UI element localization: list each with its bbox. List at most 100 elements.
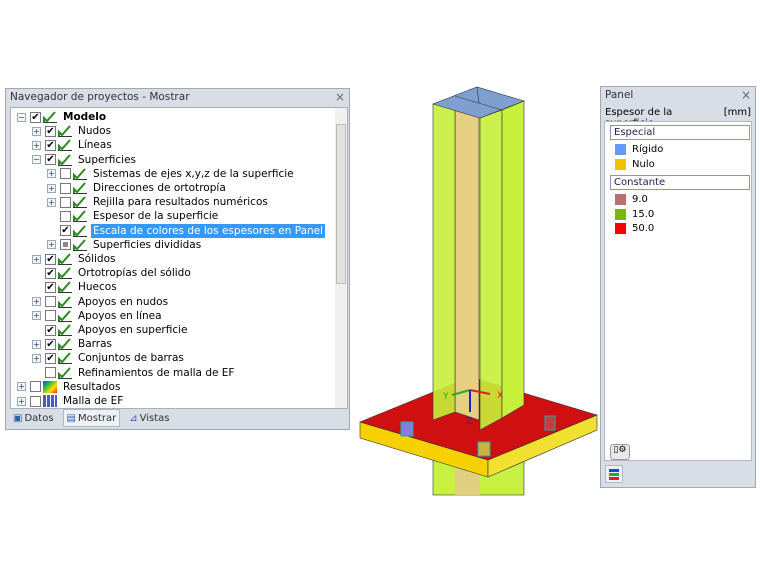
expand-icon[interactable]: + bbox=[32, 353, 41, 363]
tree-item[interactable]: + ✔ Conjuntos de barras bbox=[32, 351, 186, 365]
results-icon bbox=[43, 380, 57, 393]
checkbox[interactable] bbox=[45, 367, 56, 379]
expand-icon[interactable]: + bbox=[32, 297, 41, 307]
legend-item: Rígido bbox=[615, 144, 663, 155]
display-icon bbox=[58, 153, 72, 166]
checkbox[interactable] bbox=[60, 210, 71, 222]
close-icon[interactable]: × bbox=[741, 87, 751, 104]
legend-item: 50.0 bbox=[615, 223, 654, 234]
tree-item[interactable]: − ✔ Superficies bbox=[32, 153, 138, 167]
tab-label: Datos bbox=[24, 412, 54, 424]
display-icon bbox=[58, 352, 72, 365]
bolt-icon bbox=[477, 441, 491, 457]
checkbox[interactable] bbox=[60, 196, 71, 208]
checkbox[interactable] bbox=[60, 239, 71, 251]
expand-icon[interactable]: + bbox=[17, 382, 26, 392]
scrollbar-thumb[interactable] bbox=[336, 124, 346, 284]
z-axis-label: Z bbox=[466, 417, 472, 427]
color-swatch bbox=[615, 223, 626, 234]
tree-item[interactable]: − ✔ Modelo bbox=[17, 110, 108, 124]
close-icon[interactable]: × bbox=[335, 89, 345, 106]
tab-datos[interactable]: ▣ Datos bbox=[10, 409, 57, 427]
tree-item[interactable]: ✔ Huecos bbox=[32, 280, 119, 294]
checkbox[interactable]: ✔ bbox=[45, 324, 56, 336]
expand-icon[interactable]: + bbox=[47, 169, 56, 179]
tab-vistas[interactable]: ⊿ Vistas bbox=[126, 409, 172, 427]
checkbox[interactable] bbox=[30, 381, 41, 393]
checkbox[interactable] bbox=[45, 296, 56, 308]
color-scale-tab-icon[interactable] bbox=[605, 465, 623, 483]
tree-item[interactable]: ✔ Apoyos en superficie bbox=[32, 323, 190, 337]
checkbox[interactable] bbox=[30, 395, 41, 407]
checkbox[interactable]: ✔ bbox=[45, 352, 56, 364]
checkbox[interactable] bbox=[60, 168, 71, 180]
legend-panel: Panel× Espesor de la superficie[mm] ▯⚙ E… bbox=[600, 86, 756, 488]
tree-item[interactable]: + Superficies divididas bbox=[47, 238, 203, 252]
tree-item[interactable]: Espesor de la superficie bbox=[47, 209, 220, 223]
checkbox[interactable]: ✔ bbox=[45, 253, 56, 265]
legend-box: ▯⚙ Especial Rígido Nulo Constante 9.0 15.0 50.… bbox=[604, 121, 752, 461]
bolt-icon bbox=[544, 415, 556, 431]
checkbox[interactable]: ✔ bbox=[60, 225, 71, 237]
tree-item-label: Apoyos en nudos bbox=[78, 295, 169, 308]
legend-item-label: Rígido bbox=[632, 144, 664, 155]
checkbox[interactable] bbox=[45, 310, 56, 322]
navigator-tree[interactable]: − ✔ Modelo + ✔ Nudos + ✔ Líneas − ✔ Superficies + Sis… bbox=[10, 107, 348, 409]
collapse-icon[interactable]: − bbox=[32, 155, 41, 165]
expand-icon[interactable]: + bbox=[32, 254, 41, 264]
display-icon bbox=[58, 295, 72, 308]
tree-item-label: Sólidos bbox=[78, 253, 116, 265]
expand-icon[interactable]: + bbox=[32, 311, 41, 321]
legend-group-header: Especial bbox=[610, 125, 750, 140]
expand-icon[interactable]: + bbox=[47, 197, 56, 207]
checkbox[interactable]: ✔ bbox=[45, 338, 56, 350]
checkbox[interactable]: ✔ bbox=[45, 267, 56, 279]
expand-icon[interactable]: + bbox=[32, 140, 41, 150]
checkbox[interactable]: ✔ bbox=[30, 111, 41, 123]
tab-mostrar[interactable]: ▤ Mostrar bbox=[62, 409, 121, 427]
scrollbar[interactable] bbox=[335, 108, 347, 408]
tree-item[interactable]: ✔ Ortotropías del sólido bbox=[32, 266, 193, 280]
expand-icon[interactable]: + bbox=[47, 183, 56, 193]
checkbox[interactable]: ✔ bbox=[45, 139, 56, 151]
tree-item[interactable]: + ✔ Sólidos bbox=[32, 252, 117, 266]
tree-item-label: Conjuntos de barras bbox=[78, 352, 184, 365]
expand-icon[interactable]: + bbox=[32, 126, 41, 136]
tree-item-label: Rejilla para resultados numéricos bbox=[93, 196, 268, 209]
collapse-icon[interactable]: − bbox=[17, 112, 26, 122]
tree-item[interactable]: + Sistemas de ejes x,y,z de la superficie bbox=[47, 167, 296, 181]
checkbox[interactable]: ✔ bbox=[45, 125, 56, 137]
panel-settings-button[interactable]: ▯⚙ bbox=[610, 444, 630, 460]
tree-item[interactable]: ✔ Escala de colores de los espesores en P… bbox=[47, 223, 326, 238]
tree-item[interactable]: + Rejilla para resultados numéricos bbox=[47, 195, 270, 209]
3d-viewport[interactable]: X Y Z bbox=[355, 80, 600, 500]
expand-icon[interactable]: + bbox=[47, 240, 56, 250]
color-swatch bbox=[615, 208, 626, 220]
tree-item[interactable]: + Direcciones de ortotropía bbox=[47, 181, 228, 195]
tree-item[interactable]: + Apoyos en nudos bbox=[32, 295, 170, 309]
tree-item-label: Superficies bbox=[78, 153, 136, 166]
expand-icon[interactable]: + bbox=[32, 339, 41, 349]
tree-item[interactable]: + Malla de EF bbox=[17, 394, 125, 408]
tree-item[interactable]: + ✔ Nudos bbox=[32, 124, 113, 138]
bolt-icon bbox=[400, 421, 414, 437]
tree-item[interactable]: + ✔ Barras bbox=[32, 337, 114, 351]
tree-item[interactable]: Refinamientos de malla de EF bbox=[32, 366, 236, 380]
tree-item[interactable]: + Apoyos en línea bbox=[32, 309, 164, 323]
display-icon bbox=[58, 324, 72, 336]
checkbox[interactable]: ✔ bbox=[45, 281, 56, 293]
display-icon bbox=[58, 281, 72, 294]
tab-label: Mostrar bbox=[77, 412, 117, 424]
tree-item-label: Espesor de la superficie bbox=[93, 210, 219, 223]
checkbox[interactable] bbox=[60, 182, 71, 194]
legend-item: Nulo bbox=[615, 158, 655, 170]
display-icon bbox=[58, 366, 72, 379]
checkbox[interactable]: ✔ bbox=[45, 154, 56, 166]
x-axis-label: X bbox=[497, 391, 503, 401]
tree-item-label: Huecos bbox=[78, 281, 117, 294]
tree-item-label: Barras bbox=[78, 338, 112, 351]
tree-item[interactable]: + Resultados bbox=[17, 380, 122, 394]
expand-icon[interactable]: + bbox=[17, 396, 26, 406]
tree-item[interactable]: + ✔ Líneas bbox=[32, 138, 114, 152]
tree-item-label: Refinamientos de malla de EF bbox=[78, 366, 235, 379]
